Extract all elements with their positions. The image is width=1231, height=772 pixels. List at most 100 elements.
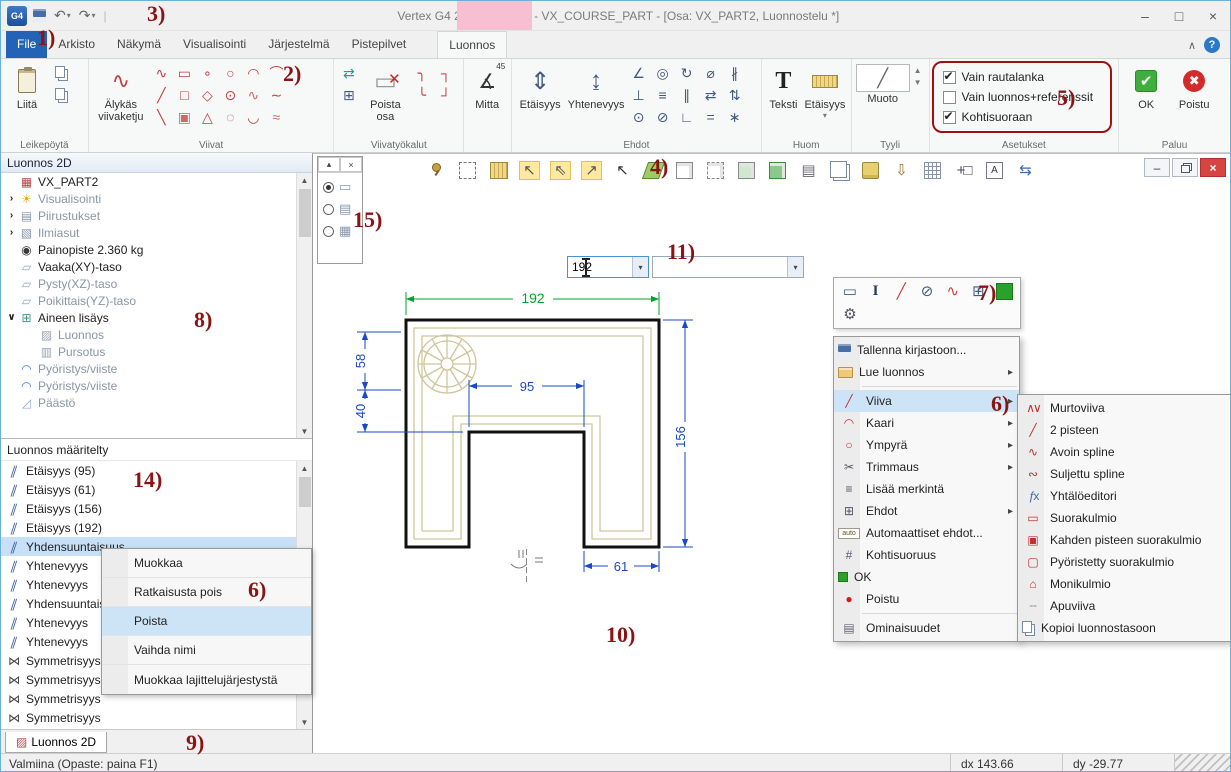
menu-item[interactable]: ⊞ Ehdot [834,500,1019,522]
context-menu-item[interactable]: Poista [102,607,311,636]
panel-collapse-button[interactable]: ▴ [318,157,340,172]
chevron-down-icon[interactable]: ▾ [91,11,95,20]
tree-expander-icon[interactable]: › [5,227,18,238]
submenu-item[interactable]: ╱ 2 pisteen [1018,419,1230,441]
menu-item[interactable] [862,613,1017,614]
list-item[interactable]: ∥ Etäisyys (192) [1,518,312,537]
canvas-toolbar-button[interactable] [454,158,481,183]
constraint-button[interactable]: ⊥ [627,84,650,106]
maximize-button[interactable]: □ [1162,2,1196,30]
tree-item[interactable]: ▱ Poikittais(YZ)-taso [1,292,312,309]
checkbox[interactable] [943,71,956,84]
mini-toolbar-button[interactable]: ∿ [941,281,965,303]
line-tool-button[interactable]: ◡ [242,106,265,128]
line-tool-button[interactable]: ∘ [196,62,219,84]
submenu-item[interactable]: ⌂ Monikulmio [1018,573,1230,595]
dimension-button[interactable]: Etäisyys ▾ [802,62,847,120]
scroll-down-icon[interactable]: ▼ [301,715,309,729]
corner-tool-button[interactable]: ╮ [410,62,433,84]
checkbox-row[interactable]: Kohtisuoraan [943,110,1094,124]
checkbox[interactable] [943,111,956,124]
line-tool-button[interactable]: ⊙ [219,84,242,106]
ribbon-tab[interactable]: File [6,31,47,58]
constraint-button[interactable]: ⇄ [699,84,722,106]
context-menu-item[interactable]: Muokkaa lajittelujärjestystä [102,665,311,694]
small-button[interactable] [50,62,73,84]
tree-item[interactable]: › ☀ Visualisointi [1,190,312,207]
list-item[interactable]: ∥ Etäisyys (61) [1,480,312,499]
menu-item[interactable] [862,386,1017,387]
checkbox[interactable] [943,91,956,104]
canvas-toolbar-button[interactable]: ⇖ [547,158,574,183]
ribbon-tab[interactable]: Järjestelmä [257,31,340,58]
canvas-toolbar-button[interactable]: A [981,158,1008,183]
line-tool-button[interactable]: ▣ [173,106,196,128]
ok-button[interactable]: ✔ OK [1122,62,1170,111]
canvas-toolbar-button[interactable] [485,158,512,183]
tree-item[interactable]: ◠ Pyöristys/viiste [1,377,312,394]
menu-item[interactable]: auto Automaattiset ehdot... [834,522,1019,544]
line-tool-button[interactable]: □ [173,84,196,106]
tree-expander-icon[interactable]: › [5,210,18,221]
menu-item[interactable]: ≡ Lisää merkintä [834,478,1019,500]
constraint-button[interactable]: ⌀ [699,62,722,84]
scroll-up-icon[interactable]: ▲ [301,461,309,475]
context-menu-item[interactable]: Muokkaa [102,549,311,578]
redo-button[interactable]: ↷▾ [77,6,98,25]
line-tool-button[interactable]: ◇ [196,84,219,106]
menu-item[interactable]: ✂ Trimmaus [834,456,1019,478]
canvas-toolbar-button[interactable] [702,158,729,183]
menu-item[interactable]: ○ Ympyrä [834,434,1019,456]
small-button[interactable] [50,84,73,106]
shape-style-button[interactable]: ╱ Muoto [855,62,911,105]
canvas-toolbar-button[interactable]: ⇩ [888,158,915,183]
canvas-toolbar-button[interactable] [857,158,884,183]
checkbox-row[interactable]: Vain luonnos+referenssit [943,90,1094,104]
menu-item[interactable]: Tallenna kirjastoon... [834,339,1019,361]
context-menu-item[interactable]: Ratkaisusta pois [102,578,311,607]
child-close-button[interactable]: × [1200,158,1226,177]
undo-button[interactable]: ↶▾ [52,6,73,25]
tab-luonnos-2d[interactable]: ▨ Luonnos 2D [5,732,107,753]
child-restore-button[interactable] [1172,158,1198,177]
mini-toolbar-button[interactable]: ⚙ [838,304,862,326]
line-tool-button[interactable]: ≈ [265,106,288,128]
mini-toolbar-button[interactable]: I [864,281,888,303]
remove-segment-button[interactable]: ▭✕ Poista osa [360,62,410,123]
line-tool-button[interactable]: ⌒ [265,62,288,84]
ribbon-tab[interactable]: Pistepilvet [341,31,418,58]
tree-item[interactable]: ▱ Pysty(XZ)-taso [1,275,312,292]
corner-tool-button[interactable]: ┐ [434,62,457,84]
list-item[interactable]: ⋈ Symmetrisyys [1,708,312,727]
dropdown-button[interactable]: ▾ [787,257,803,277]
ribbon-tab[interactable]: Arkisto [47,31,106,58]
submenu-item[interactable]: ∧∨ Murtoviiva [1018,397,1230,419]
smart-chain-button[interactable]: ∿ Älykäs viivaketju [92,62,150,123]
constraint-button[interactable]: ∟ [675,106,698,128]
view-mode-option[interactable]: ▤ [318,195,362,217]
constraint-button[interactable]: ∥ [675,84,698,106]
canvas-toolbar-button[interactable]: ↖ [609,158,636,183]
tree-item[interactable]: ▱ Vaaka(XY)-taso [1,258,312,275]
corner-tool-button[interactable]: ╰ [410,84,433,106]
drawing-canvas[interactable]: 192 95 58 40 [312,153,1231,753]
line-tool-button[interactable]: ◌ [219,106,242,128]
chevron-down-icon[interactable]: ▾ [823,111,827,120]
tree-item[interactable]: ◿ Päästö [1,394,312,411]
line-tool-button[interactable]: ○ [219,62,242,84]
canvas-toolbar-button[interactable] [671,158,698,183]
scroll-thumb[interactable] [299,189,311,237]
mini-toolbar-button[interactable]: ⊞ [967,281,991,303]
submenu-item[interactable]: ▭ Suorakulmio [1018,507,1230,529]
line-tool-button[interactable]: ▭ [173,62,196,84]
canvas-toolbar-button[interactable] [423,158,450,183]
tree-item[interactable]: ▦ VX_PART2 [1,173,312,190]
scroll-up-icon[interactable]: ▲ [301,173,309,187]
edit-button[interactable]: ⊞ [337,84,360,106]
canvas-toolbar-button[interactable] [764,158,791,183]
radio-button[interactable] [323,204,334,215]
canvas-toolbar-button[interactable] [640,158,667,183]
exit-button[interactable]: ✖ Poistu [1170,62,1218,111]
chevron-down-icon[interactable]: ▾ [67,11,71,20]
canvas-toolbar-button[interactable] [919,158,946,183]
